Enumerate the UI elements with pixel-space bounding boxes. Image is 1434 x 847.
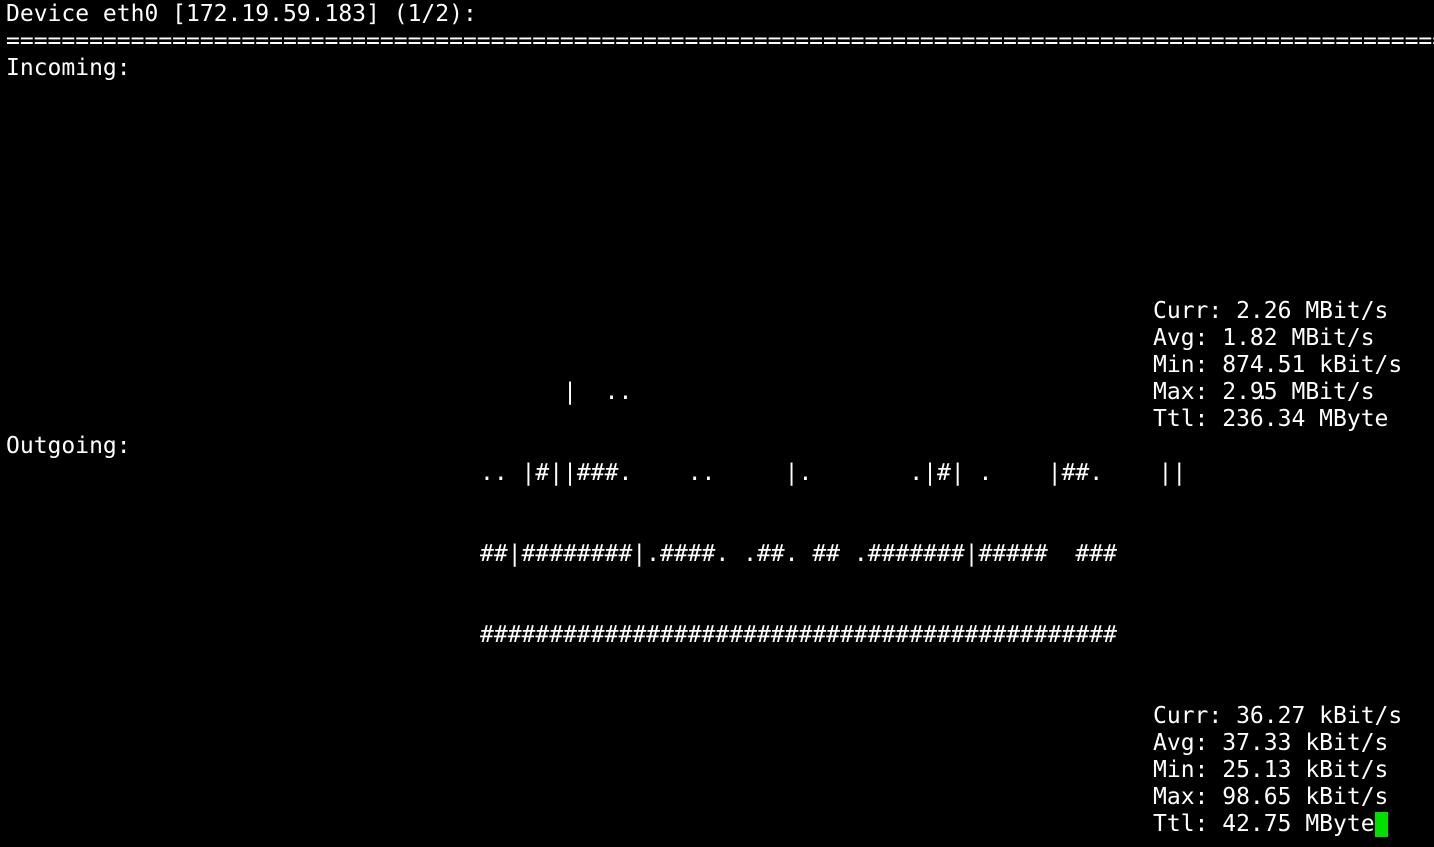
incoming-ttl: Ttl: 236.34 MByte xyxy=(1153,406,1389,432)
outgoing-stats: Curr: 36.27 kBit/s Avg: 37.33 kBit/s Min… xyxy=(1153,703,1402,838)
device-header: Device eth0 [172.19.59.183] (1/2): xyxy=(6,1,477,27)
outgoing-min: Min: 25.13 kBit/s xyxy=(1153,757,1389,783)
outgoing-ttl: Ttl: 42.75 MByte xyxy=(1153,811,1375,837)
incoming-max: Max: 2.95 MBit/s xyxy=(1153,379,1375,405)
incoming-graph-row: ########################################… xyxy=(480,622,1117,648)
incoming-stats: Curr: 2.26 MBit/s Avg: 1.82 MBit/s Min: … xyxy=(1153,298,1402,433)
header-separator: ========================================… xyxy=(6,28,1434,54)
incoming-graph-row: .. |#||###. .. |. .|#| . |##. || xyxy=(480,460,1187,486)
incoming-curr: Curr: 2.26 MBit/s xyxy=(1153,298,1389,324)
outgoing-label: Outgoing: xyxy=(6,433,131,459)
incoming-avg: Avg: 1.82 MBit/s xyxy=(1153,325,1375,351)
outgoing-curr: Curr: 36.27 kBit/s xyxy=(1153,703,1403,729)
incoming-graph: | .. . .. |#||###. .. |. .|#| . |##. || … xyxy=(480,325,1269,676)
outgoing-max: Max: 98.65 kBit/s xyxy=(1153,784,1389,810)
outgoing-ttl-row: Ttl: 42.75 MByte xyxy=(1153,811,1402,838)
outgoing-avg: Avg: 37.33 kBit/s xyxy=(1153,730,1389,756)
incoming-graph-row: ##|########|.####. .##. ## .#######|####… xyxy=(480,541,1117,567)
incoming-label: Incoming: xyxy=(6,55,131,81)
terminal-cursor xyxy=(1374,812,1388,837)
incoming-graph-row: | .. . xyxy=(480,379,1270,405)
incoming-min: Min: 874.51 kBit/s xyxy=(1153,352,1403,378)
